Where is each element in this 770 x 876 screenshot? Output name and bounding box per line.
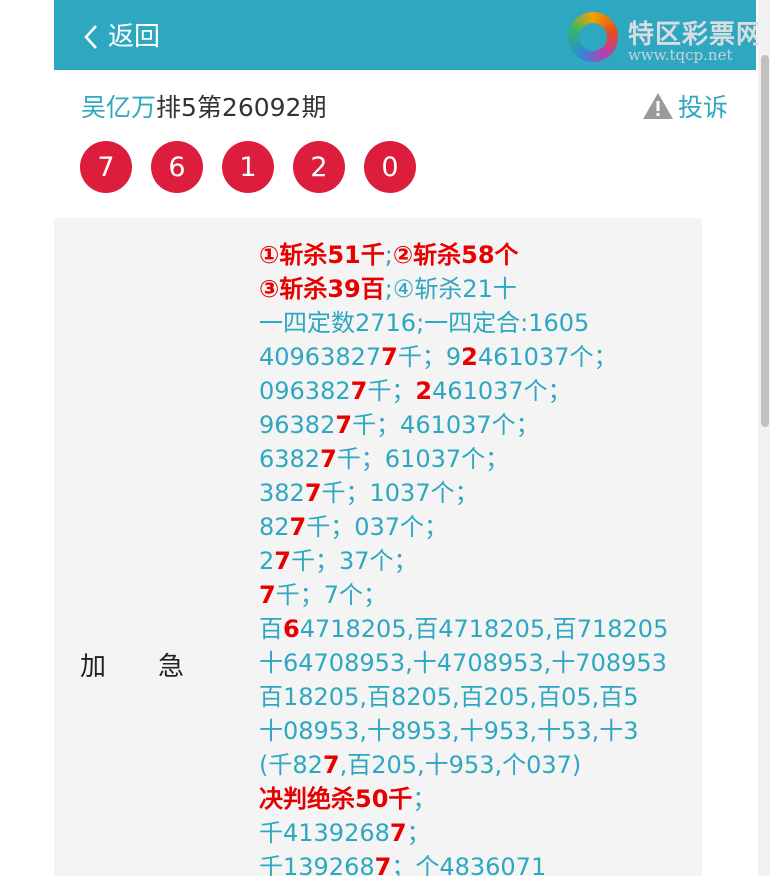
line-text: 4718205,百4718205,百718205 — [299, 615, 669, 643]
prediction-line: ③斩杀39百;④斩杀21十 — [259, 272, 699, 306]
highlight-text: 7 — [274, 547, 291, 575]
line-text: 40963827 — [259, 343, 382, 371]
line-text: 千139268 — [259, 853, 375, 876]
report-button[interactable]: 投诉 — [642, 88, 728, 124]
highlight-text: 7 — [381, 343, 398, 371]
line-text: 千；037个； — [306, 513, 449, 541]
line-text: 一四定数2716;一四定合:1605 — [259, 309, 590, 337]
highlight-text: 7 — [374, 853, 392, 876]
prediction-line: 千1392687；个4836071 — [259, 850, 699, 876]
site-logo: 特区彩票网 www.tqcp.net — [568, 8, 770, 66]
row-label: 加急 — [80, 646, 184, 683]
line-text: 十64708953,十4708953,十708953 — [259, 649, 667, 677]
highlight-text: ②斩杀58个 — [392, 241, 519, 269]
prediction-line: 百64718205,百4718205,百718205 — [259, 612, 699, 646]
logo-ring-icon — [568, 12, 618, 62]
back-label: 返回 — [108, 22, 161, 52]
top-bar: 返回 特区彩票网 www.tqcp.net — [54, 0, 762, 70]
highlight-text: 7 — [259, 581, 276, 609]
highlight-text: 7 — [289, 513, 307, 541]
prediction-line: 一四定数2716;一四定合:1605 — [259, 306, 699, 340]
prediction-line: (千827,百205,十953,个037) — [259, 748, 699, 782]
line-text: ；个4836071 — [391, 853, 547, 876]
prediction-line: 27千；37个； — [259, 544, 699, 578]
prediction-lines: ①斩杀51千;②斩杀58个 ③斩杀39百;④斩杀21十 一四定数2716;一四定合:… — [259, 238, 699, 876]
line-text: ;④斩杀21十 — [384, 275, 517, 303]
line-text: 461037个； — [432, 377, 572, 405]
highlight-text: 2 — [461, 343, 478, 371]
row-label-char-2: 急 — [158, 652, 185, 682]
prediction-line: 0963827千；2461037个； — [259, 374, 699, 408]
author-link[interactable]: 吴亿万 — [81, 93, 156, 122]
prediction-line: 827千；037个； — [259, 510, 699, 544]
highlight-text: 7 — [322, 751, 340, 779]
number-ball: 0 — [364, 141, 416, 193]
prediction-line: 百18205,百8205,百205,百05,百5 — [259, 680, 699, 714]
line-text: 千；61037个； — [336, 445, 510, 473]
prediction-table: 加急 ①斩杀51千;②斩杀58个 ③斩杀39百;④斩杀21十 一四定数2716;一四… — [54, 218, 702, 876]
highlight-text: 7 — [320, 445, 337, 473]
line-text: 96382 — [259, 411, 336, 439]
line-text: 千； — [367, 377, 416, 405]
prediction-line: 千41392687； — [259, 816, 699, 850]
line-text: 千；7个； — [275, 581, 387, 609]
back-button[interactable]: 返回 — [82, 20, 160, 54]
highlight-text: ③斩杀39百 — [259, 275, 385, 303]
highlight-text: 6 — [283, 615, 300, 643]
line-text: 千；9 — [397, 343, 462, 371]
prediction-line: 63827千；61037个； — [259, 442, 699, 476]
highlight-text: ①斩杀51千 — [259, 241, 385, 269]
highlight-text: 7 — [350, 377, 368, 405]
number-ball: 7 — [80, 141, 132, 193]
number-ball: 2 — [293, 141, 345, 193]
line-text: 百 — [259, 615, 283, 643]
page-title: 吴亿万排5第26092期 — [81, 88, 326, 124]
line-text: 6382 — [259, 445, 321, 473]
issue-text: 排5第26092期 — [156, 93, 327, 122]
line-text: 382 — [259, 479, 305, 507]
prediction-line: 决判绝杀50千； — [259, 782, 699, 816]
line-text: (千82 — [259, 751, 323, 779]
highlight-text: 7 — [335, 411, 353, 439]
highlight-text: 2 — [415, 377, 433, 405]
line-text: 千；37个； — [290, 547, 418, 575]
report-label: 投诉 — [677, 93, 728, 122]
line-text: 82 — [259, 513, 290, 541]
highlight-text: 7 — [389, 819, 407, 847]
row-label-char-1: 加 — [80, 652, 107, 682]
line-text: ,百205,十953,个037) — [339, 751, 582, 779]
logo-url: www.tqcp.net — [628, 46, 733, 64]
line-text: 千；1037个； — [321, 479, 479, 507]
line-text: 461037个； — [477, 343, 618, 371]
line-text: 百18205,百8205,百205,百05,百5 — [259, 683, 639, 711]
scrollbar-thumb[interactable] — [761, 55, 769, 427]
page-frame: 返回 特区彩票网 www.tqcp.net 吴亿万排5第26092期 投诉 76… — [54, 0, 762, 876]
line-text: 千4139268 — [259, 819, 390, 847]
prediction-line: 963827千；461037个； — [259, 408, 699, 442]
warning-icon — [642, 93, 673, 119]
line-text: 十08953,十8953,十953,十53,十3 — [259, 717, 639, 745]
number-ball: 6 — [151, 141, 203, 193]
line-text: ; — [384, 241, 393, 269]
line-text: 2 — [259, 547, 275, 575]
number-ball: 1 — [222, 141, 274, 193]
prediction-line: 7千；7个； — [259, 578, 699, 612]
prediction-line: 十08953,十8953,十953,十53,十3 — [259, 714, 699, 748]
line-text: ； — [406, 819, 431, 847]
prediction-line: 409638277千；92461037个； — [259, 340, 699, 374]
line-text: 千；461037个； — [352, 411, 540, 439]
prediction-line: ①斩杀51千;②斩杀58个 — [259, 238, 699, 272]
line-text: ； — [412, 785, 437, 813]
chevron-left-icon — [84, 25, 97, 49]
highlight-text: 7 — [304, 479, 322, 507]
line-text: 096382 — [259, 377, 351, 405]
draw-numbers: 76120 — [80, 141, 435, 193]
prediction-line: 十64708953,十4708953,十708953 — [259, 646, 699, 680]
prediction-line: 3827千；1037个； — [259, 476, 699, 510]
highlight-text: 决判绝杀50千 — [259, 785, 413, 813]
